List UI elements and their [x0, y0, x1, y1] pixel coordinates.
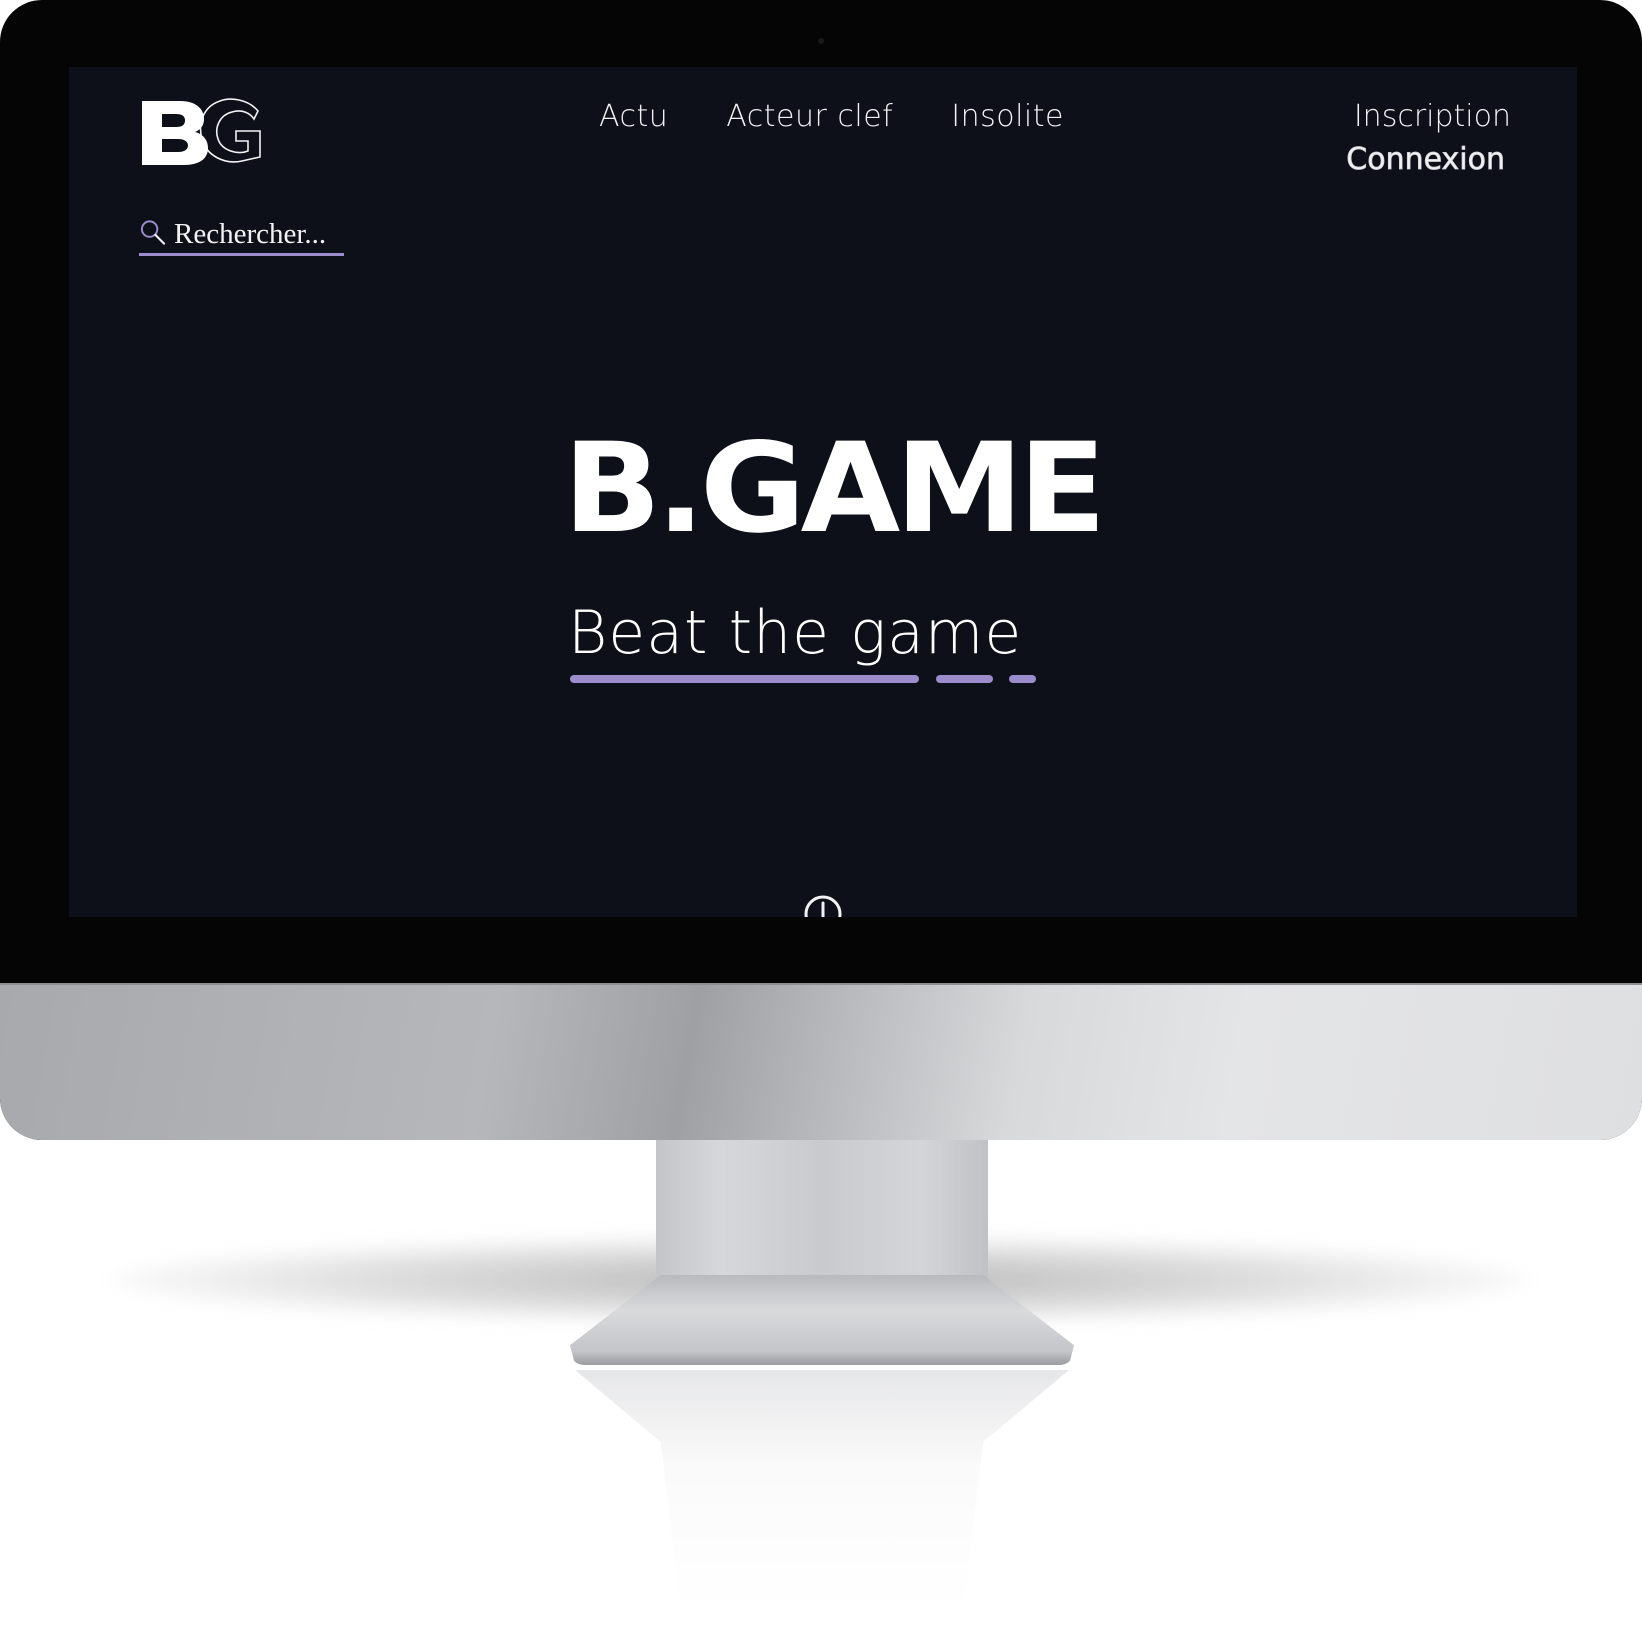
- monitor-bezel: Actu Acteur clef Insolite Inscription Co…: [0, 0, 1642, 1140]
- hero-title: B.GAME: [563, 417, 1106, 561]
- tagline-underline-short: [1009, 675, 1036, 683]
- scroll-down-icon[interactable]: [802, 893, 844, 917]
- search-icon[interactable]: [139, 218, 166, 246]
- auth-links: Inscription Connexion: [1346, 99, 1511, 177]
- monitor-chin: [0, 983, 1642, 1140]
- camera-dot: [818, 38, 824, 44]
- logo-letter-g: [199, 98, 261, 163]
- hero-tagline: Beat the game: [568, 598, 1023, 668]
- register-link[interactable]: Inscription: [1346, 99, 1511, 134]
- stand-reflection: [575, 1370, 1069, 1610]
- brand-logo[interactable]: [140, 97, 264, 167]
- website-screen: Actu Acteur clef Insolite Inscription Co…: [69, 67, 1577, 917]
- nav-item-actu[interactable]: Actu: [599, 99, 668, 139]
- search-input[interactable]: [174, 217, 344, 251]
- login-link[interactable]: Connexion: [1346, 142, 1506, 178]
- monitor-stand-foot: [570, 1275, 1074, 1365]
- nav-item-acteur-clef[interactable]: Acteur clef: [726, 99, 893, 139]
- nav-item-insolite[interactable]: Insolite: [951, 99, 1064, 139]
- main-nav: Actu Acteur clef Insolite: [599, 99, 1064, 139]
- search-bar: [139, 215, 344, 256]
- tagline-underline-long: [570, 675, 919, 683]
- monitor-mockup: Actu Acteur clef Insolite Inscription Co…: [0, 0, 1642, 1651]
- tagline-underline-medium: [936, 675, 993, 683]
- logo-letter-b: [142, 101, 208, 165]
